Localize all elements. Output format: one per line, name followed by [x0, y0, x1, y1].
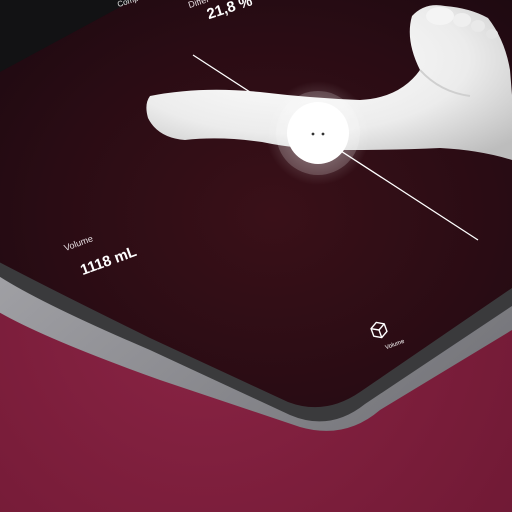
tab-compare[interactable]: Comp [116, 0, 139, 9]
tab-volume[interactable]: Volume [363, 318, 407, 354]
volume-value: 1118 mL [78, 243, 139, 279]
difference-value: 21,8 % [204, 0, 255, 23]
volume-label: Volume [62, 233, 95, 253]
cube-icon [370, 321, 388, 339]
scene-background: Comp Differ 21,8 % Volume 1118 mL Volume [0, 0, 512, 512]
